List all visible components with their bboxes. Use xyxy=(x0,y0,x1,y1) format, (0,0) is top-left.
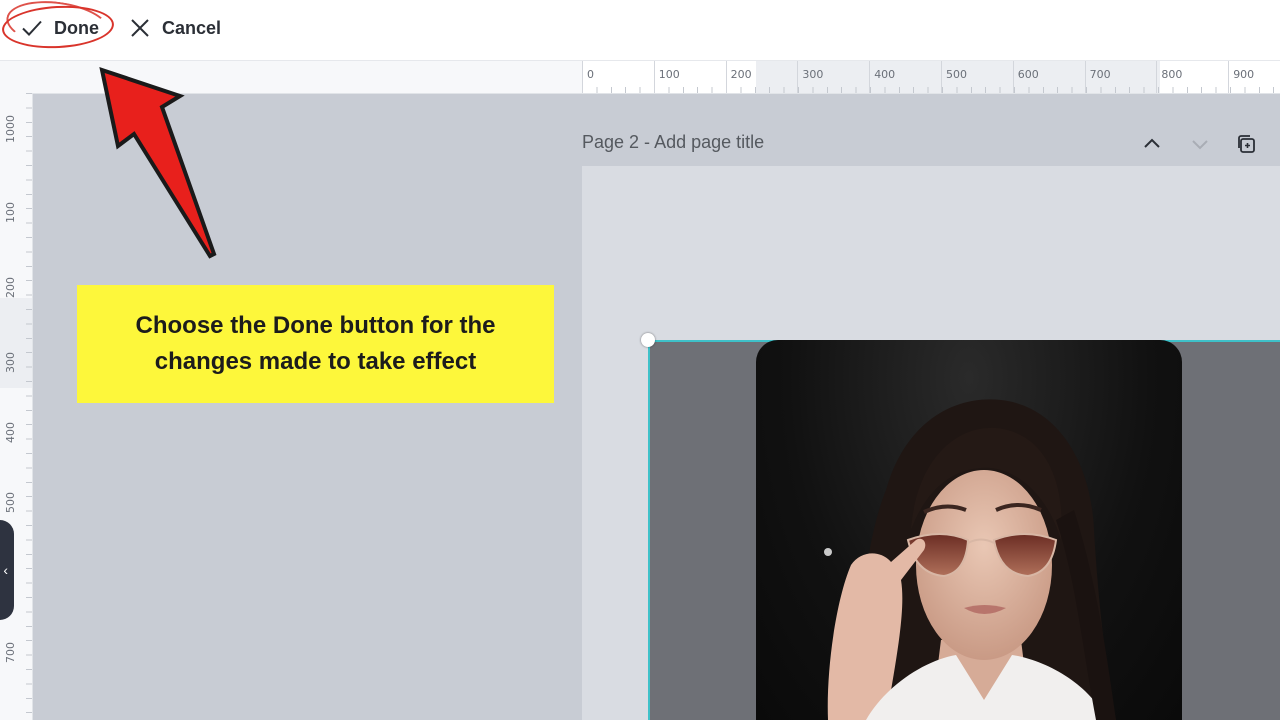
duplicate-page-button[interactable] xyxy=(1234,132,1258,156)
page-down-button[interactable] xyxy=(1188,132,1212,156)
ruler-tick-line xyxy=(869,61,871,93)
resize-handle[interactable] xyxy=(641,333,655,347)
ruler-tick-label: 100 xyxy=(658,68,680,81)
ruler-tick-label: 800 xyxy=(1161,68,1183,81)
annotation-arrow-icon xyxy=(99,67,217,259)
ruler-tick-line xyxy=(1156,61,1158,93)
ruler-tick-line xyxy=(797,61,799,93)
page-up-button[interactable] xyxy=(1140,132,1164,156)
close-icon xyxy=(131,19,149,37)
top-toolbar: Done Cancel xyxy=(0,0,1280,61)
ruler-tick-label: 300 xyxy=(802,68,824,81)
done-button[interactable]: Done xyxy=(14,10,105,46)
ruler-tick-label: 500 xyxy=(4,492,17,513)
ruler-tick-line xyxy=(941,61,942,93)
ruler-tick-label: 100 xyxy=(4,202,17,223)
ruler-tick-label: 300 xyxy=(4,352,17,373)
ruler-tick-label: 700 xyxy=(1089,68,1111,81)
duplicate-page-icon xyxy=(1238,135,1255,153)
vertical-ruler: 1000100200300400500600700 xyxy=(0,93,33,720)
check-icon xyxy=(22,20,42,36)
chevron-up-icon xyxy=(1144,138,1160,148)
instruction-callout: Choose the Done button for the changes m… xyxy=(77,285,554,403)
instruction-text: Choose the Done button for the changes m… xyxy=(135,312,496,375)
ruler-tick-label: 700 xyxy=(4,642,17,663)
ruler-tick-label: 200 xyxy=(730,68,752,81)
chevron-down-icon xyxy=(1192,140,1208,150)
ruler-tick-label: 200 xyxy=(4,277,17,298)
woman-with-sunglasses-image xyxy=(824,399,1116,720)
ruler-tick-label: 900 xyxy=(1233,68,1255,81)
ruler-tick-label: 1000 xyxy=(4,115,17,143)
done-label: Done xyxy=(54,17,99,38)
cancel-button[interactable]: Cancel xyxy=(128,10,221,46)
ruler-tick-line xyxy=(1084,61,1086,93)
page-title-prefix: Page 2 - xyxy=(582,132,655,152)
ruler-tick-label: 600 xyxy=(1017,68,1039,81)
ruler-tick-label: 0 xyxy=(587,68,594,81)
portrait-photo[interactable] xyxy=(756,340,1182,720)
chevron-left-icon: ‹ xyxy=(3,562,8,578)
ruler-tick-line xyxy=(1228,61,1230,93)
page-title[interactable]: Page 2 - Add page title xyxy=(582,132,764,153)
ruler-tick-line xyxy=(582,61,583,93)
side-panel-toggle[interactable]: ‹ xyxy=(0,520,14,620)
ruler-tick-line xyxy=(653,61,655,93)
ruler-tick-line xyxy=(725,61,727,93)
ruler-tick-label: 400 xyxy=(874,68,896,81)
ruler-tick-label: 500 xyxy=(946,68,967,81)
ruler-tick-line xyxy=(1012,61,1014,93)
ruler-tick-label: 400 xyxy=(4,422,17,443)
cancel-label: Cancel xyxy=(162,17,222,38)
page-header: Page 2 - Add page title xyxy=(582,128,1280,158)
page-title-placeholder: Add page title xyxy=(654,132,765,152)
